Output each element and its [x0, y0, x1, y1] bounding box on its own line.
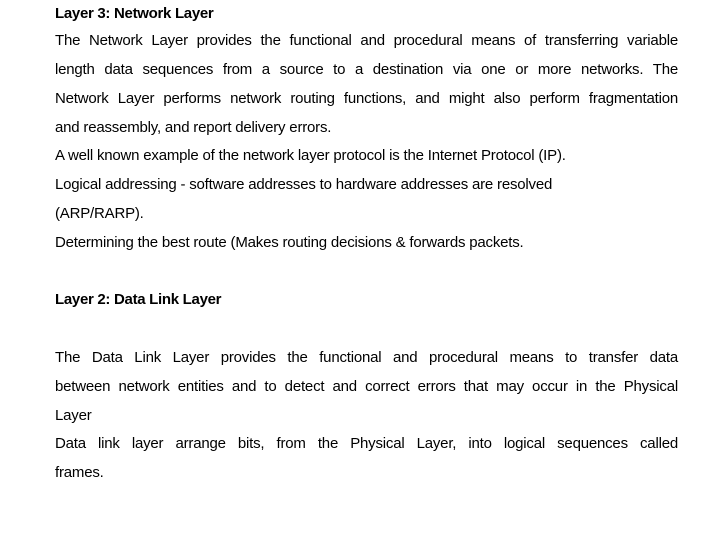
paragraph-line: length data sequences from a source to a… [55, 61, 678, 78]
paragraph-line: and reassembly, and report delivery erro… [55, 119, 332, 136]
paragraph-line: between network entities and to detect a… [55, 378, 678, 395]
paragraph-line: Network Layer performs network routing f… [55, 90, 678, 107]
paragraph-line: Logical addressing - software addresses … [55, 176, 553, 193]
paragraph-line: frames. [55, 464, 104, 481]
paragraph-line: The Network Layer provides the functiona… [55, 32, 678, 49]
section-heading-layer-3: Layer 3: Network Layer [55, 5, 214, 22]
paragraph-line: The Data Link Layer provides the functio… [55, 349, 678, 366]
paragraph-line: Layer [55, 407, 92, 424]
paragraph-line: (ARP/RARP). [55, 205, 144, 222]
paragraph-line: Determining the best route (Makes routin… [55, 234, 524, 251]
paragraph-line: A well known example of the network laye… [55, 147, 566, 164]
paragraph-line: Data link layer arrange bits, from the P… [55, 435, 678, 452]
section-heading-layer-2: Layer 2: Data Link Layer [55, 291, 222, 308]
